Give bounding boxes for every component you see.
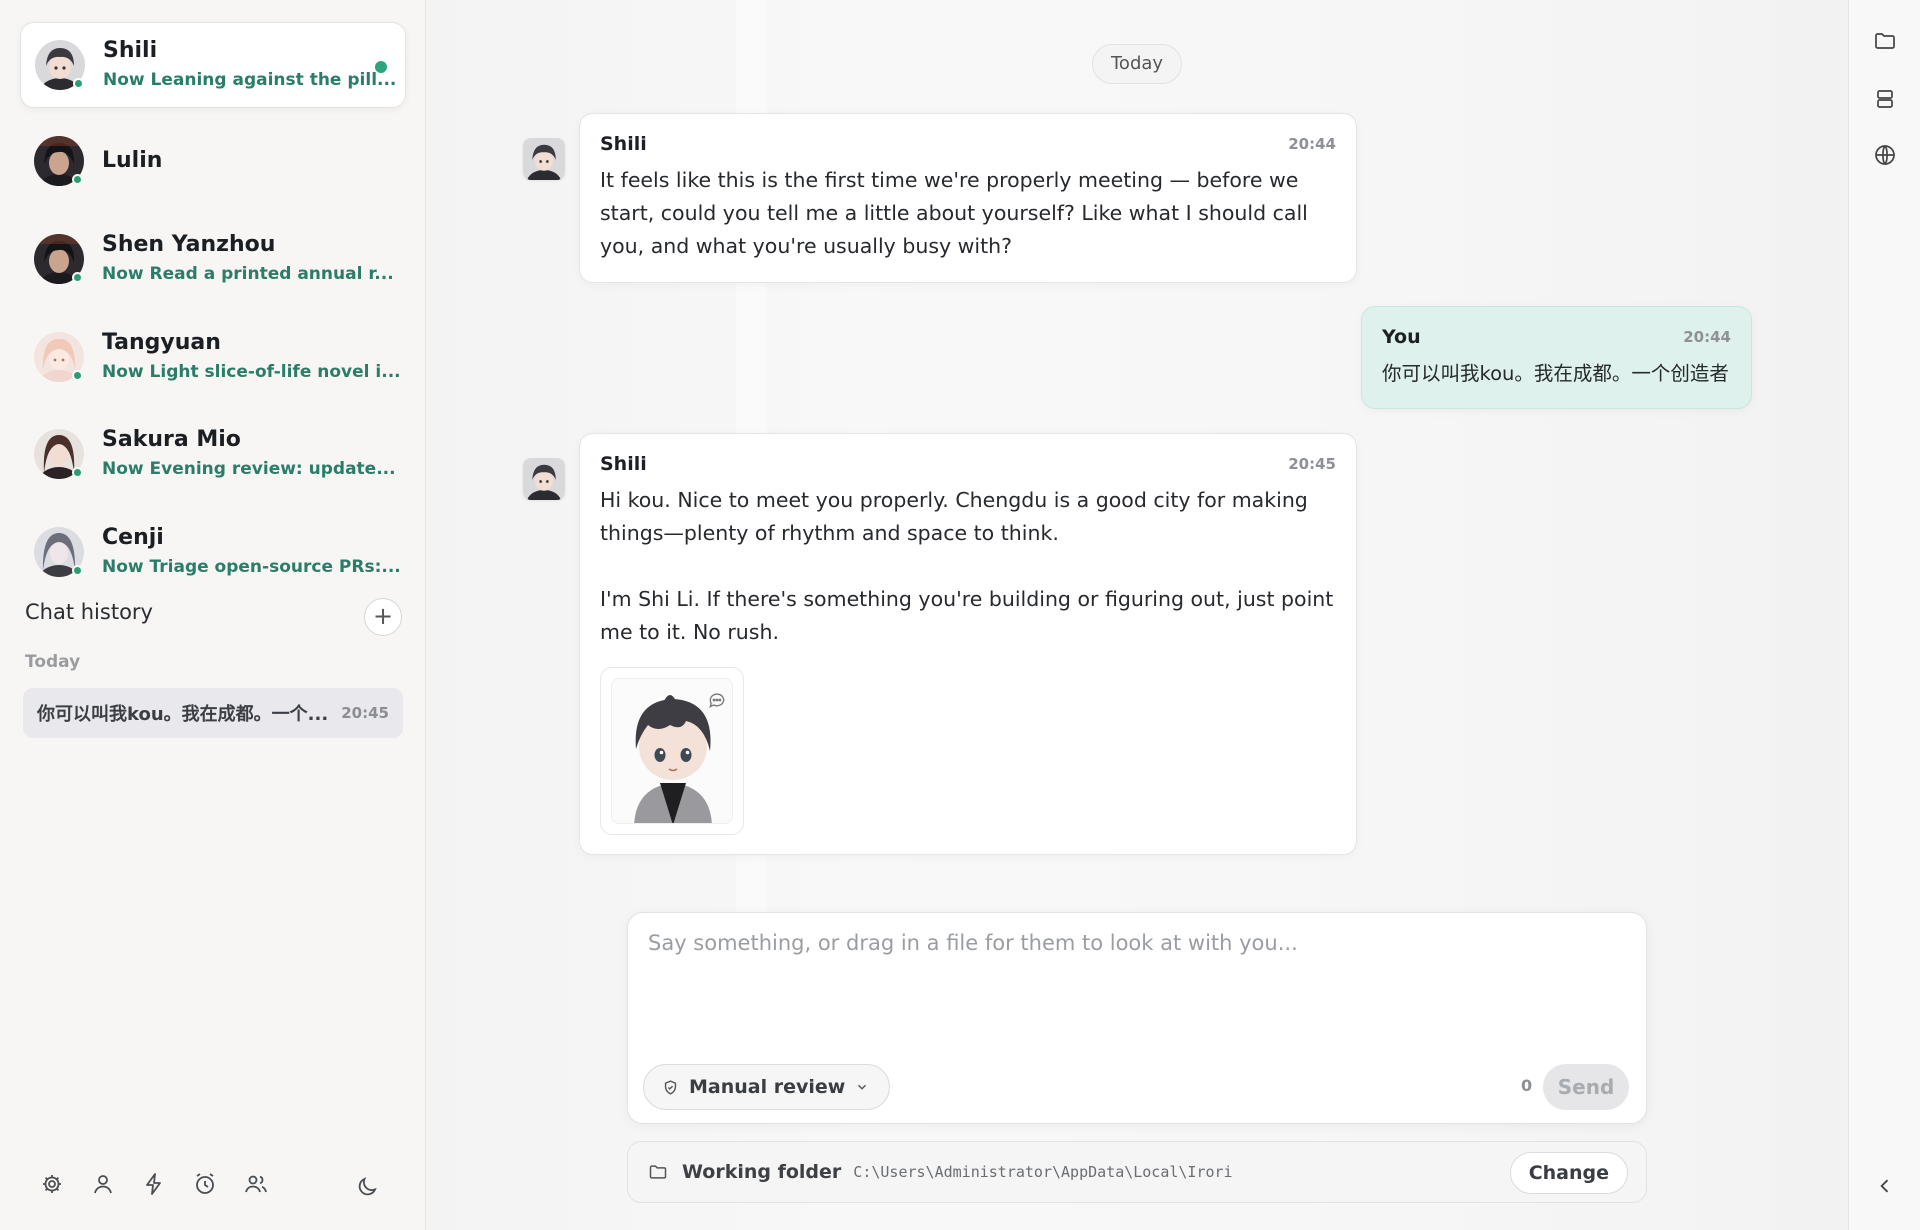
- contact-status: Now Read a printed annual r...: [102, 264, 394, 284]
- contact-item-sakura-mio[interactable]: Sakura Mio Now Evening review: update...: [20, 411, 406, 497]
- message-time: 20:45: [1288, 455, 1336, 473]
- message-avatar: [523, 458, 565, 500]
- storage-icon[interactable]: [1873, 87, 1897, 111]
- message-text: Hi kou. Nice to meet you properly. Cheng…: [600, 488, 1334, 644]
- message-bubble-assistant: Shili 20:45 Hi kou. Nice to meet you pro…: [579, 433, 1357, 855]
- new-chat-button[interactable]: +: [364, 598, 402, 636]
- contact-status: Now Triage open-source PRs:...: [102, 557, 401, 577]
- online-status-dot: [72, 565, 83, 576]
- history-group-label: Today: [25, 652, 81, 672]
- message-sender: You: [1382, 326, 1421, 348]
- avatar: [34, 429, 84, 479]
- message-sender: Shili: [600, 133, 647, 155]
- contact-item-cenji[interactable]: Cenji Now Triage open-source PRs:...: [20, 509, 406, 595]
- avatar: [34, 332, 84, 382]
- avatar: [35, 40, 85, 90]
- globe-icon[interactable]: [1873, 143, 1897, 167]
- active-indicator-dot: [375, 61, 387, 73]
- shield-check-icon: [664, 1079, 677, 1095]
- working-folder-bar: Working folder C:\Users\Administrator\Ap…: [627, 1141, 1647, 1203]
- history-item-title: 你可以叫我kou。我在成都。一个...: [37, 704, 329, 725]
- date-separator: Today: [1092, 44, 1183, 84]
- folder-icon[interactable]: [1873, 29, 1897, 53]
- avatar: [34, 527, 84, 577]
- sidebar: Shili Now Leaning against the pill... Lu…: [0, 0, 426, 1230]
- contact-item-tangyuan[interactable]: Tangyuan Now Light slice-of-life novel i…: [20, 314, 406, 400]
- chat-history-title: Chat history: [25, 600, 153, 624]
- message-text: 你可以叫我kou。我在成都。一个创造者: [1382, 362, 1729, 385]
- online-status-dot: [72, 174, 83, 185]
- contact-item-shen-yanzhou[interactable]: Shen Yanzhou Now Read a printed annual r…: [20, 216, 406, 302]
- speech-bubble-icon[interactable]: [707, 690, 727, 710]
- chevron-down-icon: [858, 1084, 867, 1090]
- moon-icon[interactable]: [355, 1175, 379, 1199]
- contact-name: Lulin: [102, 148, 163, 173]
- online-status-dot: [72, 467, 83, 478]
- history-item-time: 20:45: [341, 704, 389, 722]
- contact-name: Tangyuan: [102, 330, 221, 355]
- working-folder-path: C:\Users\Administrator\AppData\Local\Iro…: [853, 1163, 1233, 1181]
- sidebar-toolbar: [40, 1172, 268, 1196]
- alarm-clock-icon[interactable]: [193, 1172, 217, 1196]
- change-folder-button[interactable]: Change: [1509, 1152, 1628, 1194]
- contact-status: Now Light slice-of-life novel i...: [102, 362, 401, 382]
- message-text: It feels like this is the first time we'…: [600, 168, 1308, 258]
- right-rail: [1848, 0, 1920, 1230]
- message-bubble-assistant: Shili 20:44 It feels like this is the fi…: [579, 113, 1357, 283]
- lightning-icon[interactable]: [142, 1172, 166, 1196]
- message-sender: Shili: [600, 453, 647, 475]
- profile-icon[interactable]: [91, 1172, 115, 1196]
- contact-item-shili[interactable]: Shili Now Leaning against the pill...: [20, 22, 406, 108]
- message-input[interactable]: [648, 931, 1628, 1041]
- manual-review-dropdown[interactable]: Manual review: [643, 1064, 891, 1110]
- message-time: 20:44: [1683, 328, 1731, 346]
- contact-name: Shili: [103, 38, 158, 63]
- message-bubble-user: You 20:44 你可以叫我kou。我在成都。一个创造者: [1361, 306, 1752, 409]
- online-status-dot: [72, 272, 83, 283]
- app-window: Shili Now Leaning against the pill... Lu…: [0, 0, 1920, 1230]
- sticker-image[interactable]: [600, 667, 744, 835]
- working-folder-label: Working folder: [682, 1161, 842, 1183]
- chat-area: Today Shili 20:44 It feels like this is …: [426, 0, 1848, 1230]
- contact-item-lulin[interactable]: Lulin: [20, 118, 406, 204]
- contact-name: Shen Yanzhou: [102, 232, 276, 257]
- folder-icon: [649, 1165, 667, 1179]
- online-status-dot: [73, 78, 84, 89]
- avatar: [34, 136, 84, 186]
- contact-name: Cenji: [102, 525, 164, 550]
- message-time: 20:44: [1288, 135, 1336, 153]
- message-composer: Manual review 0 Send: [627, 912, 1647, 1124]
- chevron-left-icon[interactable]: [1875, 1176, 1895, 1196]
- contact-status: Now Evening review: update...: [102, 459, 396, 479]
- message-avatar: [523, 138, 565, 180]
- history-item[interactable]: 你可以叫我kou。我在成都。一个... 20:45: [23, 688, 403, 738]
- online-status-dot: [72, 370, 83, 381]
- contact-status: Now Leaning against the pill...: [103, 70, 397, 90]
- group-icon[interactable]: [244, 1172, 268, 1196]
- character-count: 0: [1521, 1076, 1533, 1095]
- avatar: [34, 234, 84, 284]
- contact-name: Sakura Mio: [102, 427, 241, 452]
- settings-icon[interactable]: [40, 1172, 64, 1196]
- send-button[interactable]: Send: [1543, 1064, 1629, 1110]
- manual-review-label: Manual review: [689, 1076, 846, 1098]
